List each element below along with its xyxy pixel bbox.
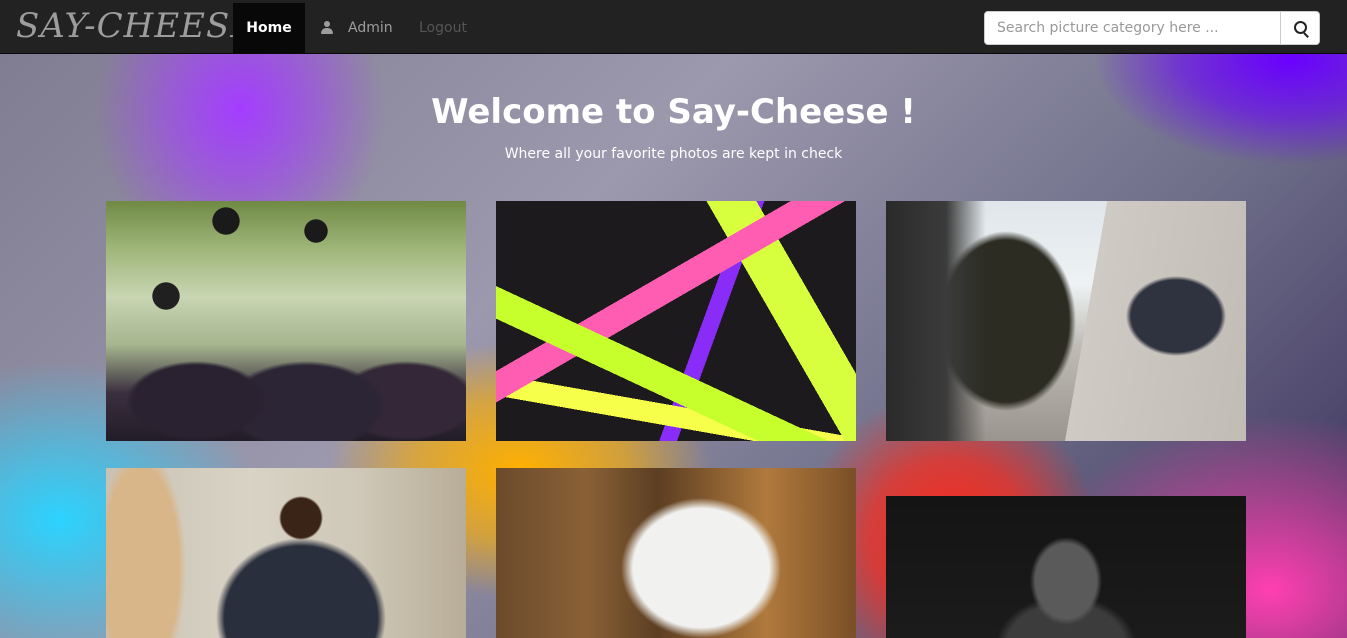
- page-title: Welcome to Say-Cheese !: [0, 90, 1347, 134]
- page-title-prefix: Welcome to: [431, 92, 668, 132]
- nav-admin-link[interactable]: Admin: [320, 3, 393, 53]
- photo-man-at-desk[interactable]: [106, 468, 466, 638]
- nav-admin-label: Admin: [348, 20, 393, 36]
- photo-sticky-notes[interactable]: [496, 201, 856, 441]
- user-icon: [320, 21, 334, 35]
- photo-person-covering-face[interactable]: [886, 496, 1246, 638]
- nav-logout-link[interactable]: Logout: [419, 3, 467, 53]
- photo-robot[interactable]: [496, 468, 856, 638]
- navbar: SAY-CHEESE Home Admin Logout: [0, 0, 1347, 54]
- search-form: [984, 11, 1320, 45]
- nav-home-link[interactable]: Home: [233, 3, 305, 53]
- brand-logo[interactable]: SAY-CHEESE: [16, 6, 256, 46]
- search-input[interactable]: [984, 11, 1281, 45]
- page-title-brand: Say-Cheese !: [667, 92, 916, 132]
- photo-graduation-caps[interactable]: [106, 201, 466, 441]
- photo-business-meeting[interactable]: [886, 201, 1246, 441]
- search-button[interactable]: [1281, 11, 1320, 45]
- page-subtitle: Where all your favorite photos are kept …: [504, 146, 843, 162]
